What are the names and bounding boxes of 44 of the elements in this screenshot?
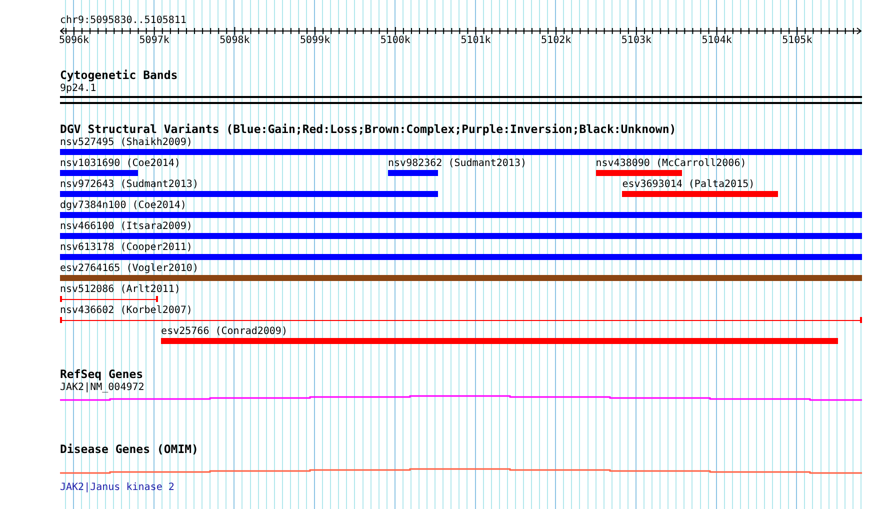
variant-bar[interactable]	[60, 149, 862, 155]
tick-label: 5103k	[621, 35, 652, 47]
variant-label: nsv972643 (Sudmant2013)	[60, 178, 198, 191]
tick-label: 5096k	[58, 35, 90, 47]
variant-bar[interactable]	[60, 254, 862, 260]
tick-label: 5102k	[541, 35, 572, 47]
region-coordinates: chr9:5095830..5105811	[60, 14, 186, 27]
tick-label: 5104k	[702, 35, 732, 47]
variant-label: nsv466100 (Itsara2009)	[60, 220, 192, 233]
track-title: Disease Genes (OMIM)	[60, 443, 198, 456]
tick-label: 5097k	[139, 35, 170, 47]
variant-bar[interactable]	[388, 170, 438, 176]
variant-label: nsv613178 (Cooper2011)	[60, 241, 192, 254]
track-title: RefSeq Genes	[60, 368, 144, 381]
variant-bar[interactable]	[60, 170, 138, 176]
variant-bar[interactable]	[596, 170, 682, 176]
track-title: DGV Structural Variants (Blue:Gain;Red:Loss;Brown:Complex;Purple:Inversion;Black:Unknown)	[60, 123, 676, 136]
tick-label: 5100k	[380, 35, 410, 47]
variant-label: nsv527495 (Shaikh2009)	[60, 136, 192, 149]
variant-label: esv3693014 (Palta2015)	[622, 178, 755, 191]
gene-label[interactable]: JAK2|Janus kinase 2	[60, 481, 174, 494]
variant-bar[interactable]	[60, 233, 862, 239]
variant-label: nsv982362 (Sudmant2013)	[388, 157, 526, 170]
variant-bar[interactable]	[161, 338, 838, 344]
variant-label: dgv7384n100 (Coe2014)	[60, 199, 186, 212]
variant-label: esv2764165 (Vogler2010)	[60, 262, 198, 275]
gene-model-line[interactable]	[60, 395, 862, 401]
variant-bar[interactable]	[60, 212, 862, 218]
tick-label: 5101k	[460, 35, 491, 47]
variant-bar[interactable]	[622, 191, 778, 197]
tick-label: 5105k	[782, 35, 812, 47]
gene-label: JAK2|NM_004972	[60, 381, 144, 394]
variant-label: nsv512086 (Arlt2011)	[60, 283, 180, 296]
gene-model-line[interactable]	[60, 468, 862, 474]
tick-label: 5098k	[220, 35, 250, 47]
track-title: Cytogenetic Bands	[60, 69, 178, 82]
variant-label: esv25766 (Conrad2009)	[161, 325, 288, 338]
variant-bar[interactable]	[60, 191, 438, 197]
variant-label: nsv438090 (McCarroll2006)	[596, 157, 746, 170]
variant-bar[interactable]	[60, 275, 862, 281]
tick-label: 5099k	[300, 35, 330, 47]
band-label: 9p24.1	[60, 82, 96, 95]
variant-label: nsv1031690 (Coe2014)	[60, 157, 180, 170]
variant-label: nsv436602 (Korbel2007)	[60, 304, 192, 317]
